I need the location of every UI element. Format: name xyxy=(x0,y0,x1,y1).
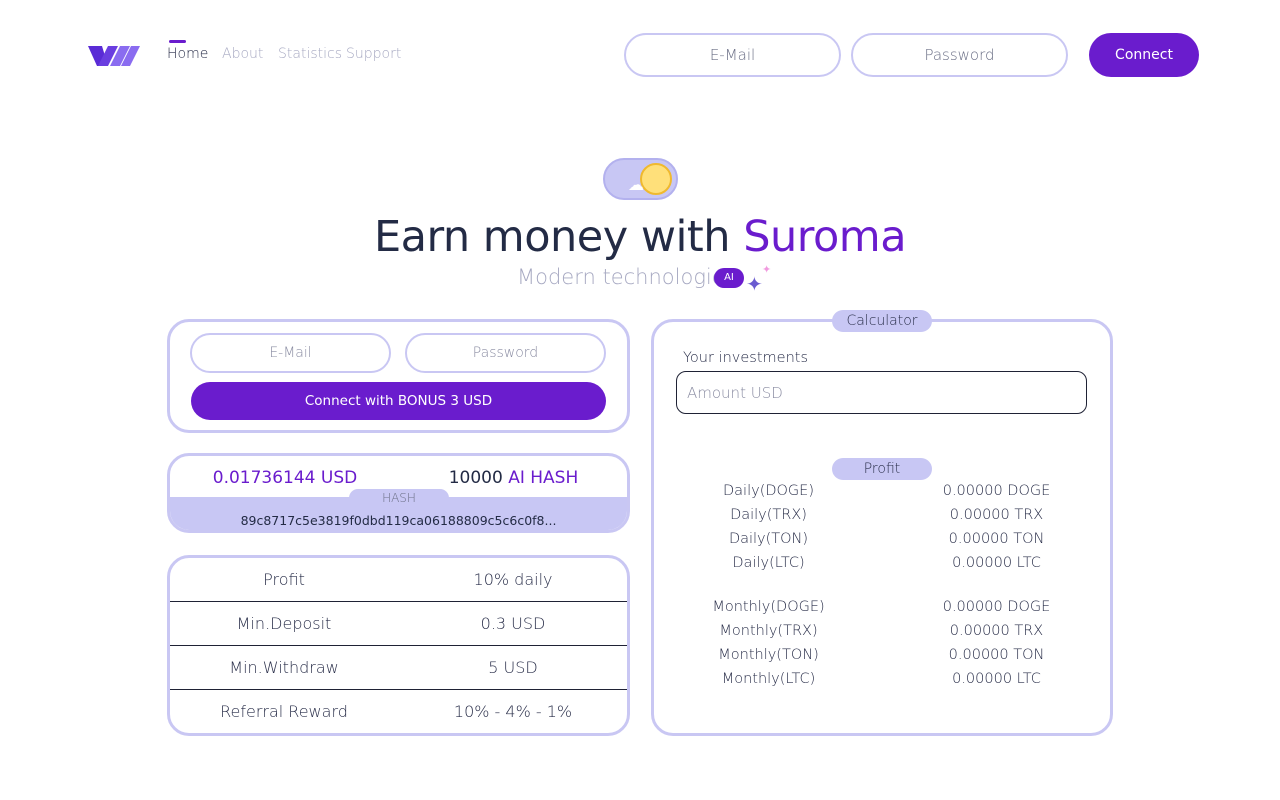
bonus-login-panel: Connect with BONUS 3 USD xyxy=(167,319,630,433)
nav-about[interactable]: About xyxy=(222,46,263,62)
brand-name: Suroma xyxy=(743,212,907,262)
profit-value: 0.00000 TON xyxy=(948,531,1045,547)
list-item: Monthly(TRX) 0.00000 TRX xyxy=(654,623,1110,645)
list-item: Daily(TON) 0.00000 TON xyxy=(654,531,1110,553)
profit-title: Profit xyxy=(832,458,932,480)
info-value: 10% daily xyxy=(473,570,553,589)
nav-support[interactable]: Support xyxy=(346,46,401,62)
profit-value: 0.00000 TRX xyxy=(949,623,1044,639)
profit-label: Monthly(TON) xyxy=(718,647,819,663)
list-item: Daily(LTC) 0.00000 LTC xyxy=(654,555,1110,577)
sparkle-icon: ✦ xyxy=(746,272,763,296)
ai-hash-amount: 10000 AI HASH xyxy=(400,468,627,488)
nav-password-input[interactable] xyxy=(851,33,1068,77)
list-item: Monthly(LTC) 0.00000 LTC xyxy=(654,671,1110,693)
profit-label: Monthly(LTC) xyxy=(721,671,816,687)
info-label: Min.Withdraw xyxy=(229,658,339,677)
list-item: Monthly(TON) 0.00000 TON xyxy=(654,647,1110,669)
profit-value: 0.00000 TRX xyxy=(949,507,1044,523)
theme-toggle[interactable]: ☁ xyxy=(603,158,678,200)
amount-input[interactable] xyxy=(676,371,1087,414)
info-label: Referral Reward xyxy=(220,702,348,721)
profit-value: 0.00000 DOGE xyxy=(942,483,1051,499)
profit-label: Monthly(DOGE) xyxy=(712,599,825,615)
info-value: 10% - 4% - 1% xyxy=(453,702,573,721)
profit-label: Daily(LTC) xyxy=(732,555,805,571)
nav-email-input[interactable] xyxy=(624,33,841,77)
profit-label: Daily(TON) xyxy=(728,531,809,547)
hero-title: Earn money with Suroma xyxy=(0,212,1280,262)
logo-icon[interactable] xyxy=(88,44,140,68)
calculator-title: Calculator xyxy=(832,310,932,332)
nav-statistics[interactable]: Statistics xyxy=(278,46,342,62)
hash-tab-label: HASH xyxy=(349,489,449,507)
profit-label: Daily(DOGE) xyxy=(723,483,814,499)
table-row: Referral Reward 10% - 4% - 1% xyxy=(170,690,627,733)
connect-button[interactable]: Connect xyxy=(1089,33,1199,77)
info-label: Min.Deposit xyxy=(236,614,332,633)
sun-icon xyxy=(640,163,672,195)
list-item: Daily(DOGE) 0.00000 DOGE xyxy=(654,483,1110,505)
list-item: Monthly(DOGE) 0.00000 DOGE xyxy=(654,599,1110,621)
profit-label: Daily(TRX) xyxy=(730,507,807,523)
ai-hash-number: 10000 xyxy=(448,468,503,488)
profit-value: 0.00000 TON xyxy=(948,647,1045,663)
nav-home-label: Home xyxy=(167,46,209,62)
table-row: Profit 10% daily xyxy=(170,558,627,602)
usd-balance: 0.01736144 USD xyxy=(212,468,358,488)
nav-about-label: About xyxy=(222,46,264,62)
hero-subtitle: Modern technologies xyxy=(517,265,736,289)
active-indicator xyxy=(169,40,186,43)
list-item: Daily(TRX) 0.00000 TRX xyxy=(654,507,1110,529)
top-navbar: Home About Statistics Support Connect xyxy=(0,0,1280,110)
nav-statistics-label: Statistics xyxy=(278,46,342,62)
table-row: Min.Deposit 0.3 USD xyxy=(170,602,627,646)
cloud-icon: ☁ xyxy=(628,175,644,194)
profit-label: Monthly(TRX) xyxy=(719,623,818,639)
hero-title-prefix: Earn money with xyxy=(373,212,744,262)
profit-value: 0.00000 LTC xyxy=(952,671,1041,687)
ai-badge: AI xyxy=(714,268,744,288)
info-value: 5 USD xyxy=(488,658,538,677)
ai-hash-unit: AI HASH xyxy=(508,468,579,488)
calculator-panel: Calculator Your investments Profit Daily… xyxy=(651,310,1113,736)
hash-value: 89c8717c5e3819f0dbd119ca06188809c5c6c0f8… xyxy=(240,513,557,528)
nav-support-label: Support xyxy=(346,46,402,62)
table-row: Min.Withdraw 5 USD xyxy=(170,646,627,690)
email-input[interactable] xyxy=(190,333,391,373)
profit-value: 0.00000 DOGE xyxy=(942,599,1051,615)
connect-bonus-button[interactable]: Connect with BONUS 3 USD xyxy=(191,382,606,420)
sparkle-small-icon: ✦ xyxy=(762,263,772,276)
hash-panel: 0.01736144 USD 10000 AI HASH HASH 89c871… xyxy=(167,453,630,533)
plan-info-table: Profit 10% daily Min.Deposit 0.3 USD Min… xyxy=(167,555,630,736)
info-label: Profit xyxy=(263,570,305,589)
password-input[interactable] xyxy=(405,333,606,373)
info-value: 0.3 USD xyxy=(480,614,546,633)
nav-home[interactable]: Home xyxy=(167,40,209,62)
investments-label: Your investments xyxy=(683,350,808,366)
profit-value: 0.00000 LTC xyxy=(952,555,1041,571)
